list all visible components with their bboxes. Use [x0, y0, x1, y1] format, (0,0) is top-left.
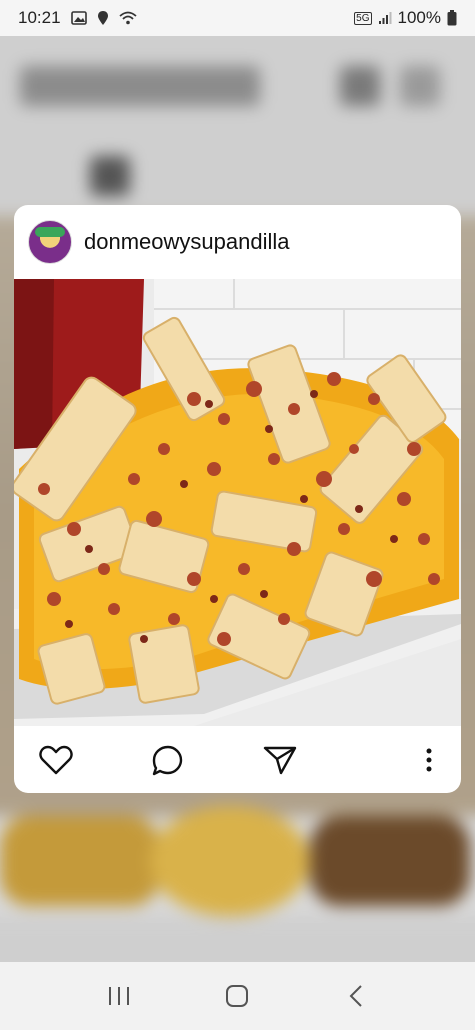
- gallery-icon: [70, 11, 87, 25]
- network-badge: 5G: [354, 11, 372, 25]
- comment-icon[interactable]: [148, 740, 188, 780]
- status-time: 10:21: [18, 8, 61, 27]
- username[interactable]: donmeowysupandilla: [84, 229, 289, 255]
- status-bar: 10:21 5G 100%: [0, 0, 475, 36]
- post-image[interactable]: [14, 279, 461, 726]
- battery-percent: 100%: [397, 8, 441, 27]
- post-actions: [14, 726, 461, 793]
- post-preview-card[interactable]: donmeowysupandilla: [14, 205, 461, 793]
- battery-icon: [447, 10, 457, 26]
- wifi-icon: [118, 11, 137, 25]
- more-icon[interactable]: [419, 740, 439, 780]
- avatar[interactable]: [28, 220, 72, 264]
- location-icon: [97, 10, 109, 26]
- system-nav-bar: [0, 962, 475, 1030]
- like-icon[interactable]: [36, 740, 76, 780]
- share-icon[interactable]: [260, 740, 300, 780]
- back-icon[interactable]: [336, 976, 376, 1016]
- signal-icon: [378, 11, 392, 25]
- post-header: donmeowysupandilla: [14, 205, 461, 279]
- home-icon[interactable]: [217, 976, 257, 1016]
- recent-apps-icon[interactable]: [99, 976, 139, 1016]
